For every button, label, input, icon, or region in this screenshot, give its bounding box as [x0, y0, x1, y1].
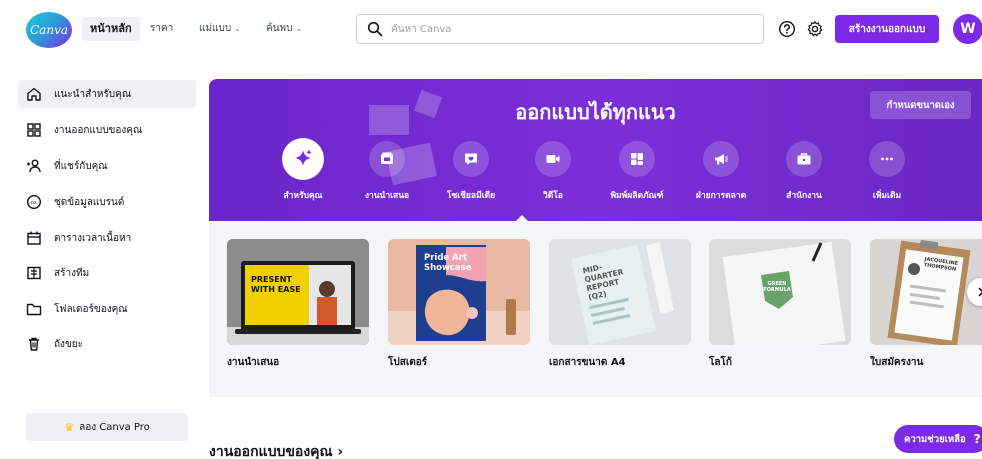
template-card-presentation[interactable]: PRESENT WITH EASE งานนำเสนอ [227, 239, 369, 370]
category-label: สำนักงาน [786, 191, 822, 201]
search-icon [367, 21, 383, 37]
crown-icon: ♛ [64, 420, 75, 434]
gear-icon[interactable] [805, 19, 825, 39]
try-pro-button[interactable]: ♛ ลอง Canva Pro [26, 413, 188, 441]
template-card-label: โลโก้ [709, 357, 732, 368]
template-card-label: ใบสมัครงาน [870, 357, 924, 368]
calendar-icon [27, 231, 41, 245]
category-more[interactable]: เพิ่มเติม [847, 141, 927, 202]
template-card-label: งานนำเสนอ [227, 357, 280, 368]
category-presentation[interactable]: งานนำเสนอ [347, 141, 427, 202]
sidebar-item-label: งานออกแบบของคุณ [54, 124, 143, 136]
sparkle-icon [282, 138, 324, 180]
template-thumbnail: GREEN FORMULA [709, 239, 851, 345]
nav-templates[interactable]: แม่แบบ ⌄ [199, 17, 241, 41]
home-icon [27, 87, 41, 101]
template-card-resume[interactable]: JACQUELINE THOMPSON ใบสมัครงาน [870, 239, 982, 370]
category-label: วิดีโอ [543, 191, 563, 201]
grid-icon [27, 123, 41, 137]
question-mark-icon: ? [973, 432, 981, 446]
thumbnail-text: GREEN FORMULA [763, 281, 791, 293]
custom-size-button[interactable]: กำหนดขนาดเอง [870, 91, 971, 119]
sidebar-item-label: สร้างทีม [54, 267, 90, 279]
template-carousel: PRESENT WITH EASE งานนำเสนอ Pride Art Sh… [209, 221, 982, 397]
nav-templates-label: แม่แบบ [199, 23, 232, 34]
sidebar-item-shared[interactable]: ที่แชร์กับคุณ [18, 152, 196, 180]
help-circle-icon[interactable] [777, 19, 797, 39]
sidebar-item-trash[interactable]: ถังขยะ [18, 330, 196, 358]
sidebar-item-brand-kit[interactable]: co. ชุดข้อมูลแบรนด์ [18, 188, 196, 216]
template-card-a4-document[interactable]: MID-QUARTER REPORT (Q2) เอกสารขนาด A4 [549, 239, 691, 370]
category-label: โซเชียลมีเดีย [446, 191, 496, 201]
avatar[interactable]: W [953, 14, 982, 44]
help-label: ความช่วยเหลือ [904, 433, 966, 445]
chevron-down-icon: ⌄ [234, 24, 241, 33]
sidebar-item-for-you[interactable]: แนะนำสำหรับคุณ [18, 80, 196, 108]
category-label: พิมพ์ผลิตภัณฑ์ [610, 191, 664, 201]
category-social-media[interactable]: โซเชียลมีเดีย [431, 141, 511, 202]
help-button[interactable]: ความช่วยเหลือ ? [894, 425, 982, 453]
people-icon [27, 159, 41, 173]
category-office[interactable]: สำนักงาน [764, 141, 844, 202]
template-card-poster[interactable]: Pride Art Showcase โปสเตอร์ [388, 239, 530, 370]
resume-thumbnail-art [870, 239, 982, 345]
template-card-label: โปสเตอร์ [388, 357, 428, 368]
hero-banner: ออกแบบได้ทุกแนว กำหนดขนาดเอง สำหรับคุณ ง… [209, 79, 982, 221]
create-design-button[interactable]: สร้างงานออกแบบ [835, 15, 939, 43]
print-icon [619, 141, 655, 177]
megaphone-icon [703, 141, 739, 177]
sidebar-item-folders[interactable]: โฟลเดอร์ของคุณ [18, 295, 196, 323]
sidebar-item-your-designs[interactable]: งานออกแบบของคุณ [18, 116, 196, 144]
more-icon [869, 141, 905, 177]
svg-text:co.: co. [30, 200, 38, 206]
sidebar-item-label: ชุดข้อมูลแบรนด์ [54, 196, 125, 208]
video-icon [535, 141, 571, 177]
trash-icon [29, 337, 39, 351]
your-designs-heading[interactable]: งานออกแบบของคุณ › [209, 441, 343, 459]
nav-pricing-label: ราคา [150, 23, 174, 34]
sidebar: แนะนำสำหรับคุณ งานออกแบบของคุณ ที่แชร์กั… [0, 60, 200, 459]
category-label: งานนำเสนอ [364, 191, 410, 201]
category-label: ฝ่ายการตลาด [695, 191, 747, 201]
hero-title: ออกแบบได้ทุกแนว [515, 100, 676, 124]
category-label: สำหรับคุณ [283, 191, 323, 201]
template-card-logo[interactable]: GREEN FORMULA โลโก้ [709, 239, 851, 370]
nav-discover[interactable]: ค้นพบ ⌄ [266, 17, 302, 41]
category-video[interactable]: วิดีโอ [513, 141, 593, 202]
chevron-right-icon [978, 287, 982, 297]
brand-icon: co. [26, 194, 42, 210]
category-label: เพิ่มเติม [872, 191, 902, 201]
template-thumbnail: PRESENT WITH EASE [227, 239, 369, 345]
presentation-icon [369, 141, 405, 177]
top-bar: Canva หน้าหลัก ราคา แม่แบบ⌄ ค้นพบ⌄ สร้าง… [0, 0, 982, 60]
category-print-products[interactable]: พิมพ์ผลิตภัณฑ์ [597, 141, 677, 202]
search-input[interactable] [391, 23, 751, 35]
sidebar-item-label: ตารางเวลาเนื้อหา [54, 232, 132, 244]
canva-logo[interactable]: Canva [26, 12, 72, 48]
template-thumbnail: Pride Art Showcase [388, 239, 530, 345]
nav-pricing[interactable]: ราคา [150, 17, 173, 41]
thumbnail-text: Pride Art Showcase [424, 253, 472, 273]
sidebar-item-label: ถังขยะ [54, 338, 84, 350]
template-thumbnail: MID-QUARTER REPORT (Q2) [549, 239, 691, 345]
heart-chat-icon [453, 141, 489, 177]
sidebar-item-label: ที่แชร์กับคุณ [54, 160, 108, 172]
category-for-you[interactable]: สำหรับคุณ [263, 138, 343, 202]
category-marketing[interactable]: ฝ่ายการตลาด [681, 141, 761, 202]
sidebar-item-label: โฟลเดอร์ของคุณ [54, 303, 128, 315]
nav-discover-label: ค้นพบ [266, 23, 293, 34]
folder-icon [26, 303, 42, 316]
template-thumbnail: JACQUELINE THOMPSON [870, 239, 982, 345]
try-pro-label: ลอง Canva Pro [79, 421, 150, 433]
nav-home[interactable]: หน้าหลัก [82, 17, 140, 41]
sidebar-item-content-planner[interactable]: ตารางเวลาเนื้อหา [18, 224, 196, 252]
briefcase-icon [786, 141, 822, 177]
sidebar-item-create-team[interactable]: สร้างทีม [18, 259, 196, 287]
thumbnail-text: PRESENT WITH EASE [251, 275, 301, 294]
search-box[interactable] [356, 14, 764, 44]
template-card-label: เอกสารขนาด A4 [549, 357, 626, 368]
chevron-down-icon: ⌄ [295, 24, 303, 33]
team-icon [27, 266, 41, 280]
sidebar-item-label: แนะนำสำหรับคุณ [54, 88, 132, 100]
